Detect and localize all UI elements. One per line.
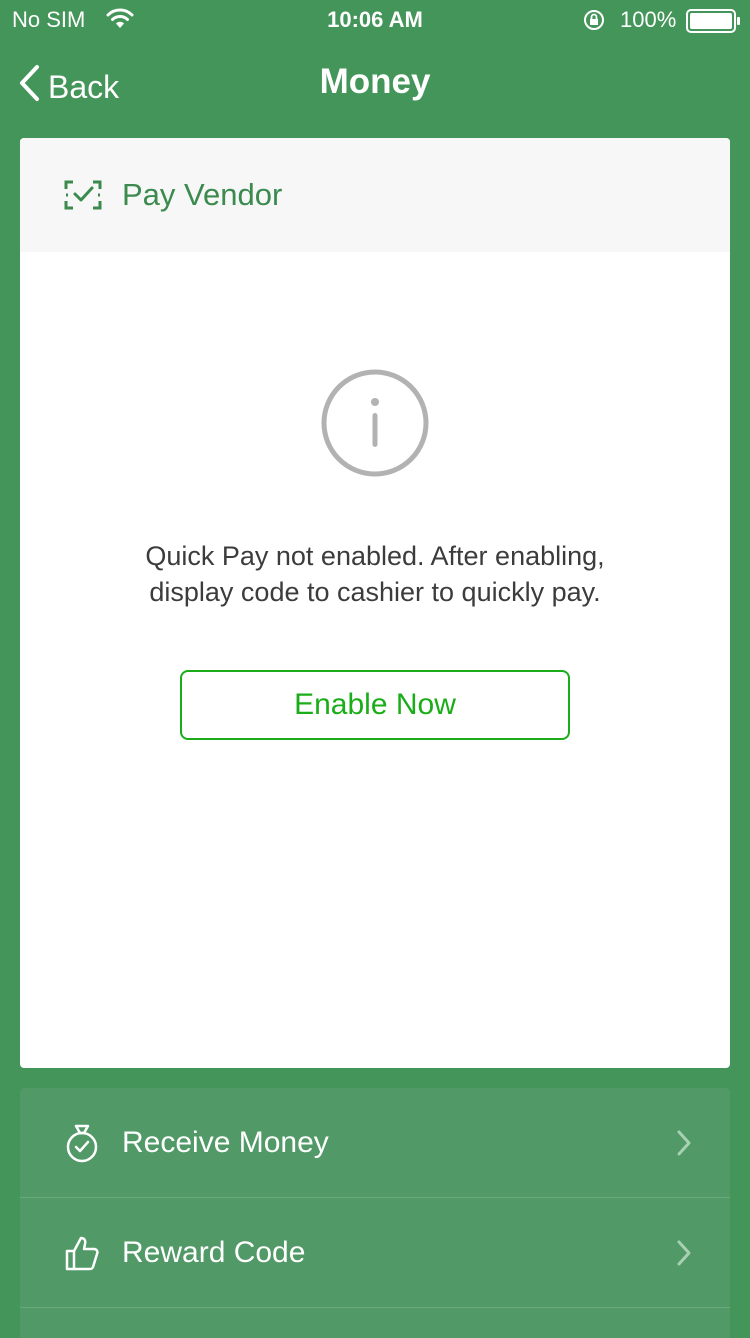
navigation-bar: Back Money	[0, 40, 750, 128]
quick-pay-message: Quick Pay not enabled. After enabling, d…	[60, 538, 690, 610]
thumbs-up-icon	[64, 1234, 100, 1272]
battery-icon	[686, 9, 742, 39]
money-bag-icon	[64, 1123, 100, 1163]
scan-icon	[64, 180, 102, 210]
rotation-lock-icon	[582, 8, 606, 38]
money-options-list: Receive Money Reward Code	[20, 1088, 730, 1338]
reward-code-label: Reward Code	[122, 1235, 306, 1269]
receive-money-label: Receive Money	[122, 1125, 329, 1159]
status-bar: No SIM 10:06 AM 100%	[0, 0, 750, 40]
card-header: Pay Vendor	[20, 138, 730, 252]
card-title: Pay Vendor	[122, 177, 283, 212]
page-title: Money	[319, 62, 431, 101]
list-item-receive-money[interactable]: Receive Money	[20, 1088, 730, 1198]
message-line-1: Quick Pay not enabled. After enabling,	[145, 541, 605, 571]
enable-now-button[interactable]: Enable Now	[180, 670, 570, 740]
chevron-right-icon	[676, 1239, 692, 1272]
list-item-reward-code[interactable]: Reward Code	[20, 1198, 730, 1308]
battery-percent: 100%	[620, 7, 677, 32]
chevron-right-icon	[676, 1129, 692, 1162]
pay-vendor-card: Pay Vendor Quick Pay not enabled. After …	[20, 138, 730, 1068]
info-icon	[320, 368, 430, 478]
message-line-2: display code to cashier to quickly pay.	[149, 577, 601, 607]
